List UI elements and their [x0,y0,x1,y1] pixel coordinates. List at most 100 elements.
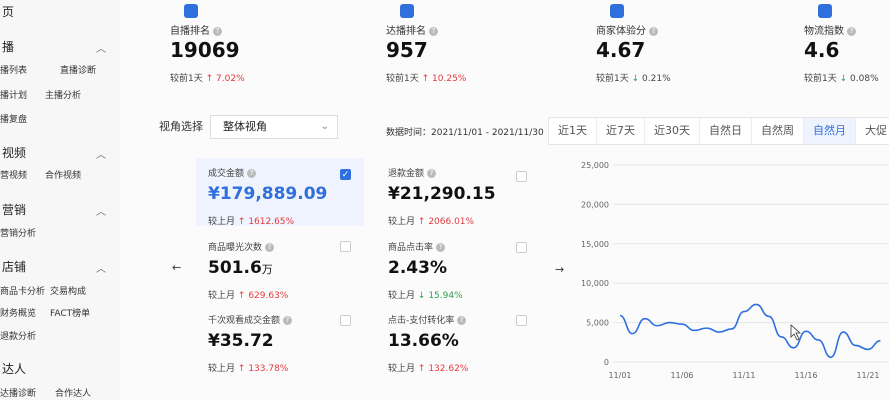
sidebar-link[interactable]: 财务概览 [0,306,36,319]
sidebar: 页播 ︿ 播列表 直播诊断播计划 主播分析播复盘视频 ︿ 营视频 合作视频营销 ︿ 营销分析店铺 ︿… [0,0,120,400]
compare-change: 1612.65% [248,217,295,227]
sidebar-section-4[interactable]: 达人 [2,360,26,377]
question-icon[interactable]: ? [436,243,446,252]
x-tick-label: 11/21 [856,371,879,380]
rank-icon [184,4,198,18]
x-tick-label: 11/01 [608,371,631,380]
metric-value: 2.43% [388,258,447,278]
tab-period[interactable]: 自然周 [752,118,804,144]
tab-period[interactable]: 自然月 [804,118,856,144]
sidebar-link[interactable]: 合作达人 [55,386,91,399]
y-tick-label: 10,000 [581,279,609,288]
metric-label: 点击-支付转化率? [388,313,467,326]
compare-label: 较上月 [208,291,236,301]
sidebar-link[interactable]: 主播分析 [45,88,81,101]
compare-label: 较上月 [208,217,236,227]
question-icon[interactable]: ? [213,26,222,36]
metric-value-text: ¥179,889.09 [208,184,328,204]
metric-value-text: 13.66% [388,331,459,351]
tab-period[interactable]: 近7天 [597,118,645,144]
arrow-up-icon: ↑ [417,364,426,374]
stat-label-text: 自播排名 [170,26,210,37]
compare-change: 2066.01% [428,217,475,227]
sidebar-link[interactable]: 营销分析 [0,226,36,239]
metric-value: ¥35.72 [208,331,274,351]
metric-checkbox[interactable]: ✓ [340,169,351,180]
chevron-down-icon: ⌄ [320,121,329,132]
question-icon[interactable]: ? [429,26,438,36]
compare-label: 较上月 [388,291,416,301]
question-icon[interactable]: ? [283,316,293,325]
prev-arrow-icon[interactable]: ← [172,261,181,274]
metric-label-text: 点击-支付转化率 [388,316,455,326]
stat-value: 4.67 [596,38,646,62]
tab-period[interactable]: 自然日 [700,118,752,144]
compare-label: 较上月 [388,217,416,227]
view-select[interactable]: 整体视角 ⌄ [210,115,338,139]
sidebar-top-item[interactable]: 页 [2,3,14,20]
arrow-up-icon: ↑ [417,217,426,227]
y-tick-label: 20,000 [581,200,609,209]
arrow-up-icon: ↑ [205,74,214,84]
metric-card[interactable]: 商品曝光次数? 501.6万 较上月 ↑ 629.63% [208,240,358,301]
sidebar-link[interactable]: 交易构成 [50,284,86,297]
question-icon[interactable]: ? [427,169,437,178]
metric-compare: 较上月 ↑ 132.62% [388,361,468,374]
compare-change: 7.02% [216,74,245,84]
sidebar-link[interactable]: 播列表 [0,63,27,76]
arrow-up-icon: ↑ [237,291,246,301]
metric-label-text: 退款金额 [388,169,425,179]
metric-card[interactable]: 千次观看成交金额? ¥35.72 较上月 ↑ 133.78% [208,313,358,374]
question-icon[interactable]: ? [649,26,658,36]
compare-label: 较上月 [388,364,416,374]
metric-checkbox[interactable] [516,315,527,326]
view-select-value: 整体视角 [223,120,267,133]
question-icon[interactable]: ? [457,316,467,325]
metric-checkbox[interactable] [340,241,351,252]
compare-label: 较上月 [208,364,236,374]
metric-compare: 较上月 ↑ 629.63% [208,288,288,301]
stat-label: 达播排名? [386,22,438,37]
sidebar-link[interactable]: 商品卡分析 [0,284,45,297]
sidebar-link[interactable]: 直播诊断 [60,63,96,76]
metric-checkbox[interactable] [516,242,527,253]
tab-period[interactable]: 大促 [856,118,889,144]
metric-label-text: 商品点击率 [388,243,434,253]
compare-change: 0.21% [642,74,671,84]
chevron-up-icon[interactable]: ︿ [96,146,106,161]
compare-change: 15.94% [428,291,463,301]
sidebar-link[interactable]: FACT榜单 [50,306,90,319]
sidebar-section-1[interactable]: 视频 [2,144,26,161]
sidebar-link[interactable]: 营视频 [0,168,27,181]
view-select-label: 视角选择 [159,120,203,133]
tab-period[interactable]: 近30天 [645,118,700,144]
question-icon[interactable]: ? [847,26,856,36]
metric-compare: 较上月 ↑ 133.78% [208,361,288,374]
metric-checkbox[interactable] [516,171,527,182]
question-icon[interactable]: ? [247,169,257,178]
sidebar-link[interactable]: 退款分析 [0,329,36,342]
sidebar-section-2[interactable]: 营销 [2,201,26,218]
metric-value: ¥21,290.15 [388,184,496,204]
stat-value: 4.6 [804,38,840,62]
y-tick-label: 15,000 [581,240,609,249]
metric-checkbox[interactable] [340,315,351,326]
metric-card[interactable]: 成交金额? ¥179,889.09 较上月 ↑ 1612.65% [208,166,358,227]
compare-change: 132.62% [428,364,469,374]
chevron-up-icon[interactable]: ︿ [96,203,106,218]
sidebar-section-3[interactable]: 店铺 [2,258,26,275]
sidebar-section-0[interactable]: 播 [2,38,14,55]
sidebar-link[interactable]: 达播诊断 [0,386,36,399]
chevron-up-icon[interactable]: ︿ [96,40,106,55]
sidebar-link[interactable]: 播计划 [0,88,27,101]
arrow-down-icon: ↓ [839,74,848,84]
metric-label: 退款金额? [388,166,437,179]
sidebar-link[interactable]: 播复盘 [0,112,27,125]
sidebar-link[interactable]: 合作视频 [45,168,81,181]
chevron-up-icon[interactable]: ︿ [96,260,106,275]
stat-value: 957 [386,38,428,62]
question-icon[interactable]: ? [265,243,275,252]
tab-period[interactable]: 近1天 [549,118,597,144]
compare-change: 0.08% [850,74,879,84]
arrow-up-icon: ↑ [421,74,430,84]
